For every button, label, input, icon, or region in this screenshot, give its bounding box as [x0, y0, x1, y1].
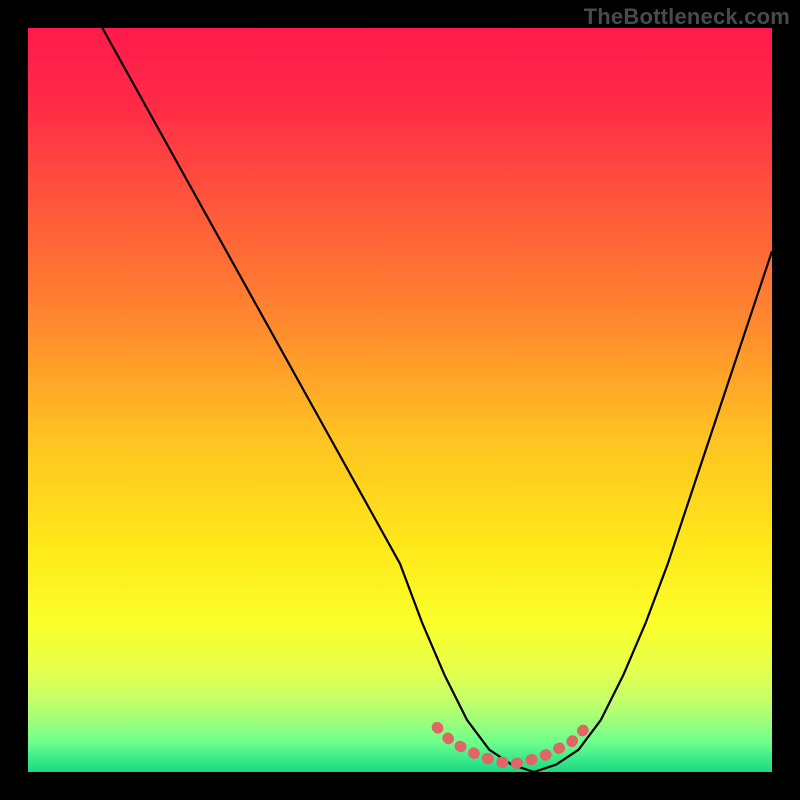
chart-frame: TheBottleneck.com	[0, 0, 800, 800]
plot-area	[28, 28, 772, 772]
bottleneck-curve	[102, 28, 772, 772]
curve-layer	[28, 28, 772, 772]
watermark-text: TheBottleneck.com	[584, 4, 790, 30]
